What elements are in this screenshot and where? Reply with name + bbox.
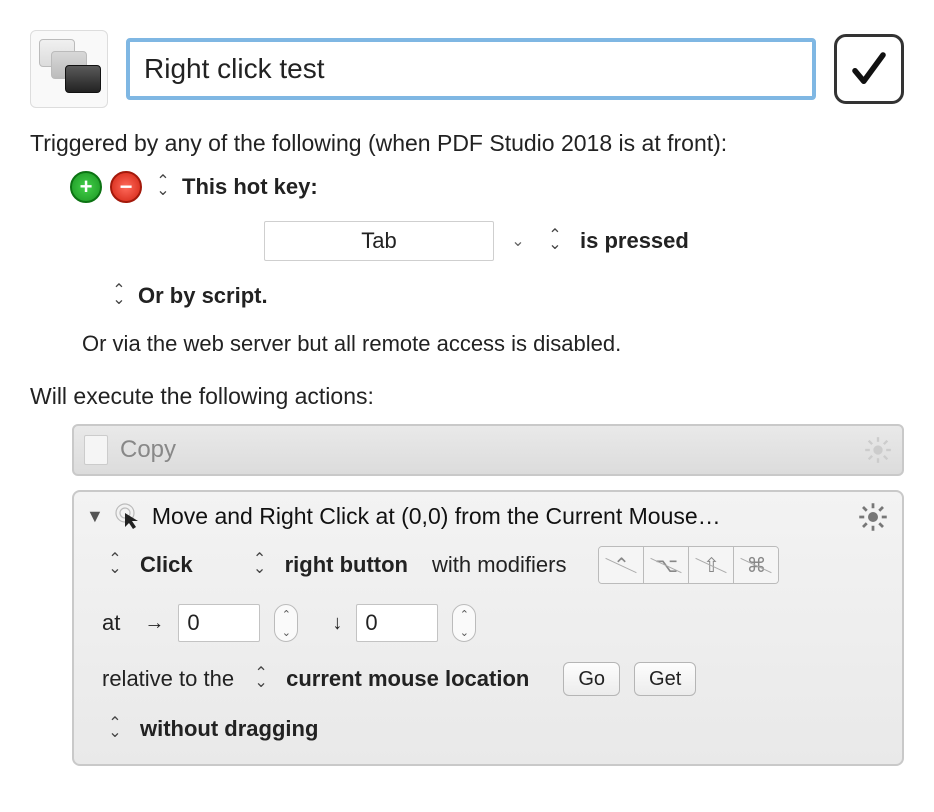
copy-action-bar[interactable]: Copy xyxy=(72,424,904,476)
plus-icon: + xyxy=(80,174,93,200)
script-trigger-stepper-icon[interactable]: ⌃⌄ xyxy=(112,287,126,305)
at-label: at xyxy=(102,610,120,636)
chevron-down-icon[interactable]: ⌄ xyxy=(508,222,528,260)
button-stepper-icon[interactable]: ⌃⌄ xyxy=(253,556,267,574)
get-button[interactable]: Get xyxy=(634,662,696,696)
macro-name-value: Right click test xyxy=(144,53,325,85)
control-modifier-icon[interactable]: ⌃ xyxy=(599,547,644,583)
y-coord-value: 0 xyxy=(365,610,377,636)
add-trigger-button[interactable]: + xyxy=(70,171,102,203)
macro-icon[interactable] xyxy=(30,30,108,108)
script-trigger-label: Or by script. xyxy=(138,283,268,309)
disclosure-triangle-icon[interactable]: ▼ xyxy=(86,506,104,527)
modifier-keys-grid[interactable]: ⌃ ⌥ ⇧ ⌘ xyxy=(598,546,779,584)
relative-stepper-icon[interactable]: ⌃⌄ xyxy=(254,670,268,688)
enable-toggle[interactable] xyxy=(834,34,904,104)
go-button-label: Go xyxy=(578,668,605,691)
execute-heading: Will execute the following actions: xyxy=(30,383,904,410)
x-coord-value: 0 xyxy=(187,610,199,636)
trigger-type-stepper-icon[interactable]: ⌃⌄ xyxy=(156,178,170,196)
button-label: right button xyxy=(285,552,408,578)
copy-label: Copy xyxy=(120,436,176,464)
hotkey-state-stepper-icon[interactable]: ⌃⌄ xyxy=(548,232,562,250)
command-modifier-icon[interactable]: ⌘ xyxy=(734,547,778,583)
drag-stepper-icon[interactable]: ⌃⌄ xyxy=(108,720,122,738)
hotkey-key-value: Tab xyxy=(361,228,396,254)
mouse-click-action-card: ▼ Move and Right Click at (0,0) from the… xyxy=(72,490,904,766)
get-button-label: Get xyxy=(649,668,681,691)
chevron-up-icon[interactable]: ⌃ xyxy=(453,605,475,623)
down-arrow-icon: ↓ xyxy=(332,612,342,635)
action-title: Move and Right Click at (0,0) from the C… xyxy=(152,503,721,530)
mouse-click-icon xyxy=(114,502,142,530)
clipboard-icon xyxy=(84,435,108,465)
shift-modifier-icon[interactable]: ⇧ xyxy=(689,547,734,583)
chevron-down-icon[interactable]: ⌄ xyxy=(453,623,475,641)
go-button[interactable]: Go xyxy=(563,662,620,696)
chevron-down-icon[interactable]: ⌄ xyxy=(275,623,297,641)
x-coord-input[interactable]: 0 xyxy=(178,604,260,642)
right-arrow-icon: → xyxy=(144,612,164,635)
webserver-trigger-label: Or via the web server but all remote acc… xyxy=(82,331,621,357)
y-coord-stepper[interactable]: ⌃ ⌄ xyxy=(452,604,476,642)
gear-icon[interactable] xyxy=(858,502,888,532)
relative-to-label: relative to the xyxy=(102,666,234,692)
hotkey-trigger-label: This hot key: xyxy=(182,174,318,200)
chevron-up-icon[interactable]: ⌃ xyxy=(275,605,297,623)
click-type-stepper-icon[interactable]: ⌃⌄ xyxy=(108,556,122,574)
with-modifiers-label: with modifiers xyxy=(432,552,566,578)
checkmark-icon xyxy=(848,48,890,90)
minus-icon: − xyxy=(120,174,133,200)
drag-label: without dragging xyxy=(140,716,318,742)
relative-value-label: current mouse location xyxy=(286,666,529,692)
x-coord-stepper[interactable]: ⌃ ⌄ xyxy=(274,604,298,642)
option-modifier-icon[interactable]: ⌥ xyxy=(644,547,689,583)
y-coord-input[interactable]: 0 xyxy=(356,604,438,642)
gear-icon[interactable] xyxy=(864,436,892,464)
click-type-label: Click xyxy=(140,552,193,578)
macro-name-input[interactable]: Right click test xyxy=(126,38,816,100)
hotkey-state-label: is pressed xyxy=(580,228,689,254)
hotkey-key-combo[interactable]: Tab xyxy=(264,221,494,261)
triggers-heading: Triggered by any of the following (when … xyxy=(30,130,904,157)
remove-trigger-button[interactable]: − xyxy=(110,171,142,203)
